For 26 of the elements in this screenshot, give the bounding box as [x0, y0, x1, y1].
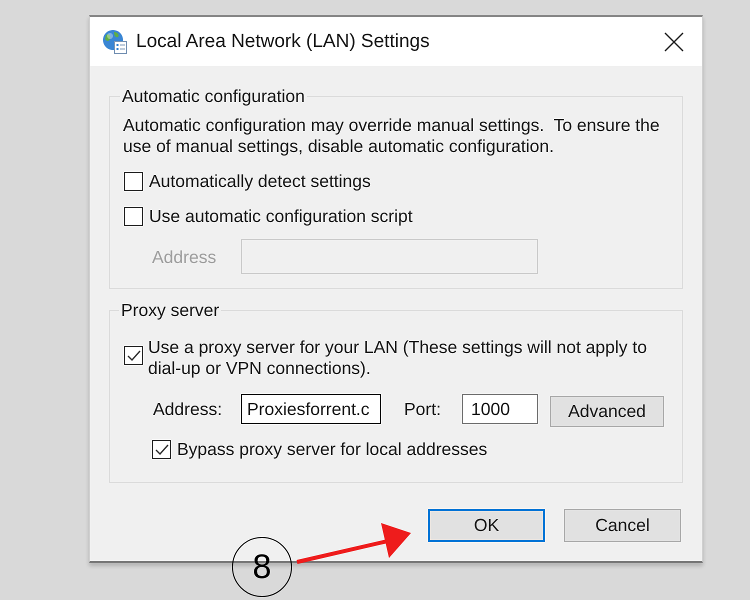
checkmark-icon — [154, 444, 168, 454]
checkbox[interactable] — [124, 206, 143, 226]
ok-button[interactable]: OK — [428, 509, 545, 542]
group-title: Automatic configuration — [121, 86, 306, 106]
checkbox[interactable] — [124, 172, 143, 190]
group-title: Proxy server — [120, 300, 220, 320]
cancel-button[interactable]: Cancel — [564, 509, 681, 542]
checkmark-icon — [126, 350, 140, 361]
checkbox[interactable] — [152, 440, 171, 458]
port-field[interactable]: 1000 — [462, 394, 538, 424]
address-field[interactable]: Proxiesforrent.c — [241, 394, 381, 424]
close-icon — [663, 30, 685, 52]
field-label: Port: — [404, 398, 442, 421]
checkbox-label[interactable]: Bypass proxy server for local addresses — [177, 439, 488, 459]
checkbox[interactable] — [124, 346, 143, 365]
advanced-button[interactable]: Advanced — [550, 396, 664, 427]
field-label: Address: — [153, 398, 224, 421]
window-title: Local Area Network (LAN) Settings — [136, 30, 430, 54]
callout-number: 8 — [232, 537, 292, 597]
checkbox-label[interactable]: Use automatic configuration script — [149, 206, 413, 226]
description-text: Automatic configuration may override manual settings. To ensure the use of manual settings, disable automatic configuration. — [123, 115, 661, 157]
globe-document-icon — [102, 28, 128, 54]
field-label: Address — [152, 246, 218, 266]
checkbox-label[interactable]: Use a proxy server for your LAN (These settings will not apply to dial-up or VPN connections). — [148, 337, 669, 379]
close-button[interactable] — [662, 30, 686, 54]
checkbox-label[interactable]: Automatically detect settings — [149, 171, 371, 191]
